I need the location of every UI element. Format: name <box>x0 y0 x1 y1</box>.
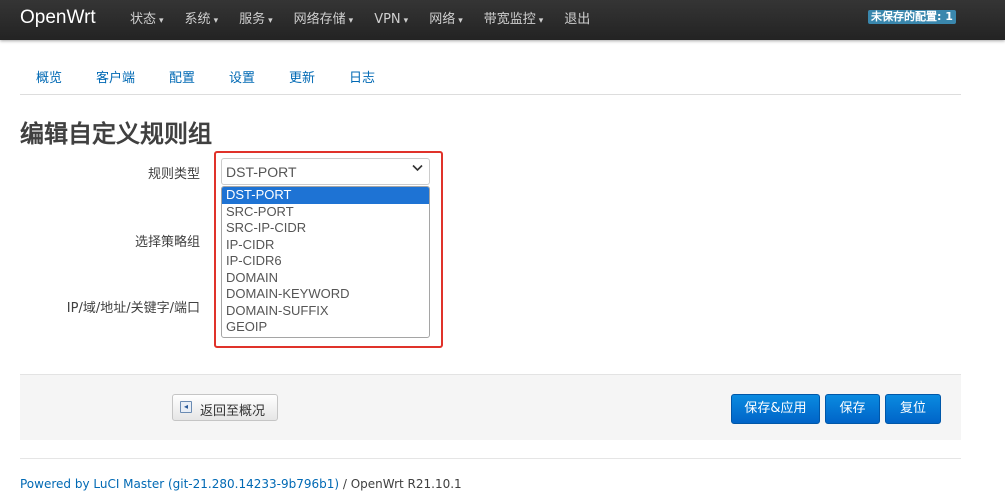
save-button[interactable]: 保存 <box>825 394 880 424</box>
menu-bandwidth[interactable]: 带宽监控 ▾ <box>484 0 555 40</box>
tab-overview[interactable]: 概览 <box>36 67 62 86</box>
chevron-down-icon: ▾ <box>403 16 409 26</box>
chevron-down-icon: ▾ <box>268 16 273 26</box>
firmware-version: OpenWrt R21.10.1 <box>350 477 462 491</box>
menu-services[interactable]: 服务 ▾ <box>239 0 284 40</box>
reset-button[interactable]: 复位 <box>885 394 941 424</box>
brand-logo[interactable]: OpenWrt <box>20 7 96 29</box>
tab-clients[interactable]: 客户端 <box>96 67 135 86</box>
menu-status[interactable]: 状态 ▾ <box>130 0 175 40</box>
top-navbar: OpenWrt 状态 ▾ 系统 ▾ 服务 ▾ 网络存储 ▾ VPN ▾ 网络 ▾ 带宽监控 ▾… <box>0 0 1005 40</box>
chevron-down-icon: ▾ <box>538 16 544 26</box>
rule-type-label: 规则类型 <box>147 167 200 182</box>
chevron-down-icon: ▾ <box>159 16 164 26</box>
tab-log[interactable]: 日志 <box>349 67 375 86</box>
tab-bar: 概览 客户端 配置 设置 更新 日志 <box>20 58 961 95</box>
annotation-highlight-box <box>214 151 443 348</box>
target-label: IP/域/地址/关键字/端口 <box>66 301 200 316</box>
back-arrow-icon: ◂ <box>180 401 192 413</box>
page-title: 编辑自定义规则组 <box>20 120 212 148</box>
tab-settings[interactable]: 设置 <box>229 67 255 86</box>
action-bar: ◂ 返回至概况 保存&应用 保存 复位 <box>20 374 961 440</box>
menu-system[interactable]: 系统 ▾ <box>185 0 230 40</box>
main-menu: 状态 ▾ 系统 ▾ 服务 ▾ 网络存储 ▾ VPN ▾ 网络 ▾ 带宽监控 ▾ 退出 <box>130 0 611 40</box>
tab-config[interactable]: 配置 <box>169 67 195 86</box>
chevron-down-icon: ▾ <box>213 16 219 26</box>
tab-update[interactable]: 更新 <box>289 67 315 86</box>
footer: Powered by LuCI Master (git-21.280.14233… <box>20 477 462 491</box>
menu-nas[interactable]: 网络存储 ▾ <box>294 0 365 40</box>
menu-logout[interactable]: 退出 <box>564 0 601 40</box>
unsaved-changes-badge[interactable]: 未保存的配置: 1 <box>868 10 956 24</box>
back-to-overview-button[interactable]: ◂ 返回至概况 <box>172 394 278 421</box>
policy-group-label: 选择策略组 <box>134 235 200 250</box>
chevron-down-icon: ▾ <box>348 16 354 26</box>
footer-divider <box>20 458 961 459</box>
luci-link[interactable]: Powered by LuCI Master (git-21.280.14233… <box>20 477 339 491</box>
menu-network[interactable]: 网络 ▾ <box>429 0 474 40</box>
menu-vpn[interactable]: VPN ▾ <box>374 0 419 40</box>
chevron-down-icon: ▾ <box>458 16 463 26</box>
save-apply-button[interactable]: 保存&应用 <box>731 394 820 424</box>
